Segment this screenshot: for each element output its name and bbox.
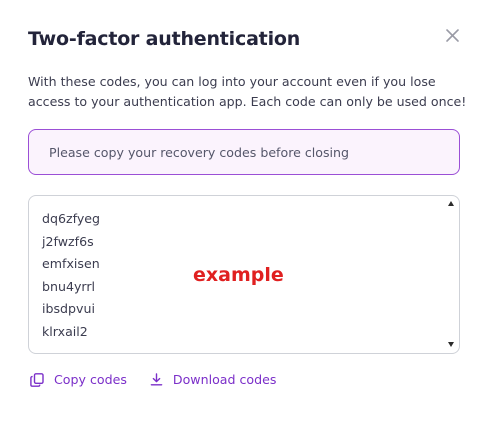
copy-codes-button[interactable]: Copy codes bbox=[30, 372, 127, 387]
code-actions: Copy codes Download codes bbox=[30, 372, 276, 387]
recovery-code: j2fwzf6s bbox=[42, 233, 94, 249]
example-watermark: example bbox=[193, 264, 284, 286]
recovery-code: bnu4yrrl bbox=[42, 278, 96, 294]
recovery-notice: Please copy your recovery codes before c… bbox=[28, 129, 460, 175]
recovery-code: ibsdpvui bbox=[42, 301, 95, 317]
copy-codes-label: Copy codes bbox=[54, 372, 127, 387]
recovery-code: dq6zfyeg bbox=[42, 211, 101, 226]
download-codes-label: Download codes bbox=[172, 372, 277, 387]
close-button[interactable] bbox=[443, 26, 463, 46]
scroll-up-arrow[interactable] bbox=[448, 201, 454, 206]
recovery-code: emfxisen bbox=[42, 256, 100, 272]
dialog-title: Two-factor authentication bbox=[28, 28, 301, 50]
close-icon bbox=[446, 29, 459, 42]
recovery-codes-list: dq6zfyeg j2fwzf6s emfxisen bnu4yrrl ibsd… bbox=[42, 208, 100, 344]
dialog-description: With these codes, you can log into your … bbox=[28, 74, 467, 109]
two-factor-dialog: Two-factor authentication With these cod… bbox=[0, 0, 486, 421]
notice-text: Please copy your recovery codes before c… bbox=[49, 144, 350, 160]
download-codes-button[interactable]: Download codes bbox=[150, 372, 277, 387]
download-icon bbox=[150, 373, 163, 386]
scroll-down-arrow[interactable] bbox=[448, 342, 454, 347]
copy-icon bbox=[30, 372, 44, 387]
recovery-code: klrxail2 bbox=[42, 323, 88, 339]
